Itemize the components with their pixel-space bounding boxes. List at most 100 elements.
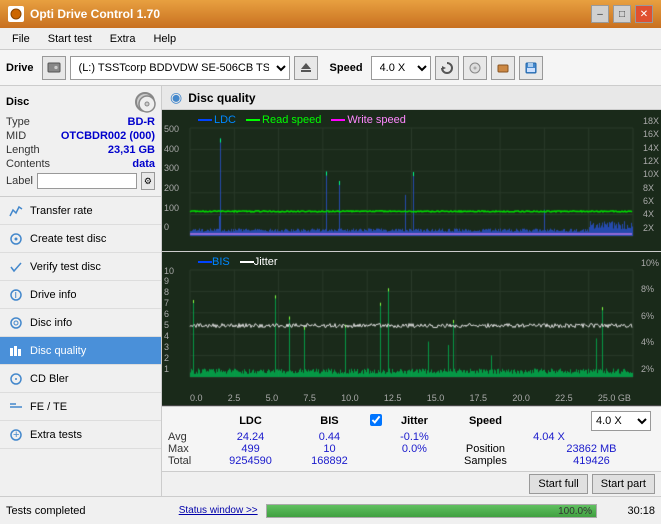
sidebar-item-verify-test-disc[interactable]: Verify test disc bbox=[0, 253, 161, 281]
write-speed-legend: Write speed bbox=[331, 114, 406, 126]
create-test-disc-icon bbox=[8, 231, 24, 247]
menu-file[interactable]: File bbox=[4, 31, 38, 47]
contents-value: data bbox=[132, 158, 155, 170]
speed-label: Speed bbox=[330, 62, 363, 74]
bottom-yaxis-left: 10 9 8 7 6 5 4 3 2 1 bbox=[164, 266, 174, 375]
titlebar: Opti Drive Control 1.70 – □ ✕ bbox=[0, 0, 661, 28]
disc-label-input[interactable] bbox=[37, 173, 137, 189]
jitter-col-header: Jitter bbox=[386, 411, 443, 431]
avg-ldc: 24.24 bbox=[208, 431, 293, 443]
sidebar-item-create-test-disc[interactable]: Create test disc bbox=[0, 225, 161, 253]
label-button[interactable]: ⚙ bbox=[141, 172, 155, 190]
save-button[interactable] bbox=[519, 56, 543, 80]
drive-info-label: Drive info bbox=[30, 289, 76, 301]
jitter-checkbox[interactable] bbox=[370, 414, 382, 426]
chart-icon: ◉ bbox=[170, 89, 182, 106]
bottom-chart-legend: BIS Jitter bbox=[192, 254, 284, 270]
speed-col-header: Speed bbox=[443, 411, 528, 431]
menu-help[interactable]: Help bbox=[145, 31, 184, 47]
length-value: 23,31 GB bbox=[108, 144, 155, 156]
drive-icon-button[interactable] bbox=[42, 56, 66, 80]
drive-label: Drive bbox=[6, 62, 34, 74]
content-area: ◉ Disc quality LDC Read speed Write spee… bbox=[162, 86, 661, 496]
extra-tests-icon: + bbox=[8, 427, 24, 443]
menu-start-test[interactable]: Start test bbox=[40, 31, 100, 47]
refresh-button[interactable] bbox=[435, 56, 459, 80]
position-label: Position bbox=[443, 443, 528, 455]
create-test-disc-label: Create test disc bbox=[30, 233, 106, 245]
extra-tests-label: Extra tests bbox=[30, 429, 82, 441]
sidebar-item-disc-quality[interactable]: Disc quality bbox=[0, 337, 161, 365]
statusbar: Tests completed Status window >> 100.0% … bbox=[0, 496, 661, 524]
bottom-yaxis-right: 10% 8% 6% 4% 2% bbox=[641, 258, 659, 375]
samples-label: Samples bbox=[443, 455, 528, 467]
sidebar-item-drive-info[interactable]: i Drive info bbox=[0, 281, 161, 309]
chart-title: Disc quality bbox=[188, 91, 255, 105]
max-position: 23862 MB bbox=[566, 443, 616, 455]
chart-header: ◉ Disc quality bbox=[162, 86, 661, 110]
disc-icon bbox=[135, 92, 155, 112]
write-button[interactable] bbox=[491, 56, 515, 80]
top-yaxis-left: 500 400 300 200 100 0 bbox=[164, 124, 179, 233]
main-area: Disc Type BD-R MID OTCBDR002 (000) Lengt… bbox=[0, 86, 661, 496]
ldc-col-header: LDC bbox=[208, 411, 293, 431]
progress-label: 100.0% bbox=[558, 505, 592, 519]
avg-row: Avg 24.24 0.44 -0.1% 4.04 X bbox=[168, 431, 655, 443]
maximize-button[interactable]: □ bbox=[613, 5, 631, 23]
total-ldc: 9254590 bbox=[208, 455, 293, 467]
top-chart-legend: LDC Read speed Write speed bbox=[192, 112, 412, 128]
menubar: File Start test Extra Help bbox=[0, 28, 661, 50]
close-button[interactable]: ✕ bbox=[635, 5, 653, 23]
max-ldc: 499 bbox=[208, 443, 293, 455]
status-window-button[interactable]: Status window >> bbox=[179, 505, 258, 516]
eject-button[interactable] bbox=[294, 56, 318, 80]
bottom-chart: BIS Jitter 10 9 8 7 6 5 4 3 2 1 10% 8% bbox=[162, 252, 661, 393]
drive-select[interactable]: (L:) TSSTcorp BDDVDW SE-506CB TS02 bbox=[70, 56, 290, 80]
sidebar-item-transfer-rate[interactable]: Transfer rate bbox=[0, 197, 161, 225]
speed-dropdown[interactable]: 4.0 X bbox=[591, 411, 651, 431]
disc-title: Disc bbox=[6, 96, 29, 108]
verify-test-disc-icon bbox=[8, 259, 24, 275]
total-bis: 168892 bbox=[293, 455, 366, 467]
stats-area: LDC BIS Jitter Speed 4.0 X bbox=[162, 406, 661, 471]
app-title: Opti Drive Control 1.70 bbox=[30, 7, 160, 21]
length-label: Length bbox=[6, 144, 40, 156]
mid-label: MID bbox=[6, 130, 26, 142]
sidebar-item-disc-info[interactable]: Disc info bbox=[0, 309, 161, 337]
read-speed-legend: Read speed bbox=[246, 114, 321, 126]
top-chart: LDC Read speed Write speed 500 400 300 2… bbox=[162, 110, 661, 252]
disc-quality-label: Disc quality bbox=[30, 345, 86, 357]
drive-info-icon: i bbox=[8, 287, 24, 303]
disc-info-icon bbox=[8, 315, 24, 331]
disc-label-label: Label bbox=[6, 175, 33, 187]
sidebar-item-cd-bler[interactable]: CD Bler bbox=[0, 365, 161, 393]
sidebar-item-extra-tests[interactable]: + Extra tests bbox=[0, 421, 161, 449]
top-chart-canvas bbox=[162, 110, 661, 252]
speed-select[interactable]: 4.0 X bbox=[371, 56, 431, 80]
max-jitter: 0.0% bbox=[386, 443, 443, 455]
avg-label: Avg bbox=[168, 431, 208, 443]
minimize-button[interactable]: – bbox=[591, 5, 609, 23]
fe-te-label: FE / TE bbox=[30, 401, 67, 413]
start-part-button[interactable]: Start part bbox=[592, 474, 655, 494]
status-text: Tests completed bbox=[6, 505, 171, 517]
app-icon bbox=[8, 6, 24, 22]
disc-panel: Disc Type BD-R MID OTCBDR002 (000) Lengt… bbox=[0, 86, 161, 197]
progress-bar-container: 100.0% bbox=[266, 504, 597, 518]
disc-info-label: Disc info bbox=[30, 317, 72, 329]
svg-text:i: i bbox=[15, 289, 17, 301]
top-yaxis-right: 18X 16X 14X 12X 10X 8X 6X 4X 2X bbox=[643, 116, 659, 233]
xaxis-labels: 0.0 2.5 5.0 7.5 10.0 12.5 15.0 17.5 20.0… bbox=[162, 392, 661, 406]
nav-items: Transfer rate Create test disc Verify te… bbox=[0, 197, 161, 496]
bis-col-header: BIS bbox=[293, 411, 366, 431]
total-label: Total bbox=[168, 455, 208, 467]
avg-bis: 0.44 bbox=[293, 431, 366, 443]
type-label: Type bbox=[6, 116, 30, 128]
sidebar-item-fe-te[interactable]: FE / TE bbox=[0, 393, 161, 421]
disc-button[interactable] bbox=[463, 56, 487, 80]
type-value: BD-R bbox=[128, 116, 156, 128]
menu-extra[interactable]: Extra bbox=[102, 31, 144, 47]
start-full-button[interactable]: Start full bbox=[529, 474, 587, 494]
svg-text:+: + bbox=[13, 429, 19, 441]
max-row: Max 499 10 0.0% Position 23862 MB bbox=[168, 443, 655, 455]
